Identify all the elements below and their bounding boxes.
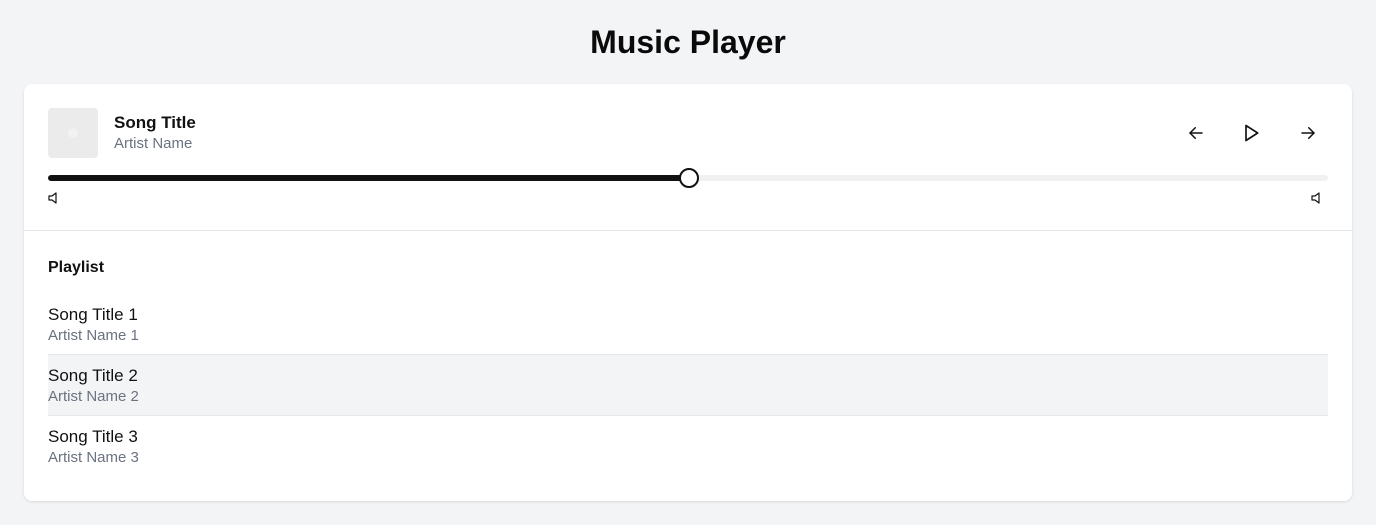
progress-slider[interactable] [48, 168, 1328, 188]
playlist-item-artist: Artist Name 1 [48, 327, 139, 344]
album-art-placeholder-icon [68, 128, 78, 138]
playlist-item[interactable]: Song Title 2 Artist Name 2 [48, 355, 1328, 416]
now-playing-artist: Artist Name [114, 135, 193, 152]
now-playing-title: Song Title [114, 113, 196, 132]
play-icon [1245, 124, 1259, 142]
player-card: Song Title Artist Name Playlist Song Tit… [24, 84, 1352, 501]
playlist-item[interactable]: Song Title 3 Artist Name 3 [48, 416, 1328, 476]
playlist: Song Title 1 Artist Name 1 Song Title 2 … [48, 294, 1328, 476]
volume-high-icon [1311, 192, 1320, 204]
playlist-item-title: Song Title 2 [48, 366, 138, 385]
playlist-item-title: Song Title 3 [48, 427, 138, 446]
playlist-item[interactable]: Song Title 1 Artist Name 1 [48, 294, 1328, 355]
play-button[interactable] [1235, 117, 1267, 149]
progress-fill [48, 175, 688, 181]
album-art [48, 108, 98, 158]
volume-low-icon [48, 192, 57, 204]
now-playing-section: Song Title Artist Name [24, 84, 1352, 231]
previous-button[interactable] [1180, 117, 1212, 149]
page-title: Music Player [590, 24, 786, 60]
playlist-heading: Playlist [48, 259, 105, 276]
arrow-right-icon [1301, 127, 1315, 139]
arrow-left-icon [1189, 127, 1203, 139]
playlist-item-artist: Artist Name 2 [48, 388, 139, 405]
playlist-item-title: Song Title 1 [48, 305, 138, 324]
next-button[interactable] [1292, 117, 1324, 149]
progress-thumb[interactable] [679, 168, 699, 188]
playlist-item-artist: Artist Name 3 [48, 449, 139, 466]
